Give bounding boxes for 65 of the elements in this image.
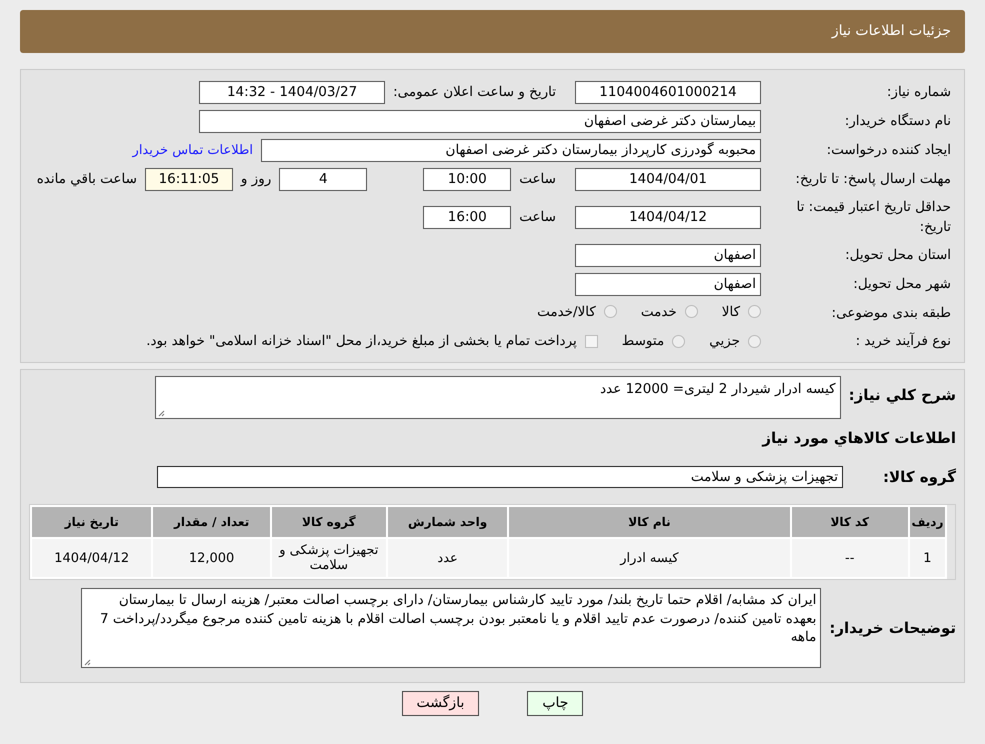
table-cell: 1404/04/12 <box>32 539 152 578</box>
radio-button[interactable] <box>748 305 761 318</box>
checkbox[interactable] <box>584 334 598 348</box>
text-field[interactable]: محبوبه گودرزی کارپرداز بیمارستان دکتر غرضی اصفهان <box>261 139 761 162</box>
radio-label: کالا/خدمت <box>537 302 596 322</box>
radio-label: خدمت <box>640 302 677 322</box>
table-cell: 12,000 <box>153 539 270 578</box>
text-field[interactable]: 4 <box>279 168 368 191</box>
radio-button[interactable] <box>604 305 617 318</box>
field-label: ساعت <box>519 170 556 190</box>
field-label: نوع فرآیند خرید : <box>856 332 951 349</box>
text-field[interactable]: 1404/03/27 - 14:32 <box>199 81 386 104</box>
contact-link[interactable]: اطلاعات تماس خریدار <box>132 140 253 160</box>
column-header: گروه کالا <box>272 507 386 538</box>
radio-label: متوسط <box>622 332 664 351</box>
radio-label: جزيي <box>709 332 740 351</box>
field-label: مهلت ارسال پاسخ: تا تاریخ: <box>794 170 951 190</box>
field-label: شهر محل تحویل: <box>853 276 951 292</box>
checkbox-label: پرداخت تمام یا بخشی از مبلغ خرید،از محل "اسناد خزانه اسلامی" خواهد بود. <box>146 332 577 351</box>
field-label: نام دستگاه خریدار: <box>844 113 951 130</box>
field-label: استان محل تحویل: <box>845 247 951 263</box>
radio-label: کالا <box>722 302 740 322</box>
text-field[interactable]: اصفهان <box>575 244 761 267</box>
table-cell: تجهیزات پزشکی و سلامت <box>272 539 386 578</box>
table-cell: کیسه ادرار <box>509 539 790 578</box>
column-header: ردیف <box>910 507 945 538</box>
field-label: روز و <box>240 170 272 190</box>
table-cell: -- <box>792 539 908 578</box>
text-field[interactable]: 10:00 <box>423 168 512 191</box>
text-field[interactable]: 16:00 <box>423 206 512 229</box>
field-label: ساعت <box>519 208 556 228</box>
resize-grip-icon[interactable] <box>158 410 165 418</box>
text-field[interactable]: 1404/04/12 <box>575 206 761 229</box>
resize-grip-icon[interactable] <box>84 659 92 666</box>
table-cell: 1 <box>910 539 945 578</box>
field-label: طبقه بندی موضوعی: <box>832 305 951 322</box>
radio-button[interactable] <box>684 305 698 318</box>
column-header: واحد شمارش <box>388 507 508 538</box>
table-cell: عدد <box>388 539 508 578</box>
countdown-field[interactable]: 16:11:05 <box>144 168 233 191</box>
field-label: توضیحات خریدار: <box>829 618 956 640</box>
description-textarea[interactable]: کیسه ادرار شیردار 2 لیتری= 12000 عدد <box>154 376 841 420</box>
column-header: تاریخ نیاز <box>32 507 152 538</box>
text-field[interactable]: 1104004601000214 <box>575 81 761 104</box>
text-field[interactable]: تجهیزات پزشکی و سلامت <box>157 466 844 488</box>
notes-textarea[interactable]: ایران کد مشابه/ اقلام حتما تاریخ بلند/ مورد تایید کارشناس بیمارستان/ دارای برچسب اصالت معتبر/ هزینه ارسال تا بیمارستان بعهده تامین کننده/ درصورت عدم تایید اقلام و یا نامعتبر بودن برچسب اصالت اقلام با هزینه تامین کننده مرجوع میگردد/پرداخت 7 ماهه <box>81 588 822 668</box>
field-label: گروه کالا: <box>883 466 956 488</box>
column-header: کد کالا <box>792 507 908 538</box>
field-label: ایجاد کننده درخواست: <box>826 142 951 158</box>
page-title: جزئیات اطلاعات نیاز <box>832 22 951 41</box>
back-button[interactable]: بازگشت <box>402 691 480 716</box>
text-field[interactable]: اصفهان <box>575 272 761 296</box>
text-field[interactable]: بیمارستان دکتر غرضی اصفهان <box>199 110 761 133</box>
print-button[interactable]: چاپ <box>527 691 584 716</box>
field-label: تاریخ و ساعت اعلان عمومی: <box>393 83 556 102</box>
section-title: اطلاعات کالاهاي مورد نیاز <box>760 428 956 450</box>
field-label: حداقل تاریخ اعتبار قیمت: تا تاریخ: <box>796 198 951 238</box>
column-header: نام کالا <box>509 507 790 538</box>
radio-button[interactable] <box>672 334 686 348</box>
field-label: شماره نیاز: <box>886 84 951 100</box>
field-label: ساعت باقي مانده <box>36 170 137 190</box>
radio-button[interactable] <box>748 334 761 348</box>
text-field[interactable]: 1404/04/01 <box>575 168 761 191</box>
field-label: شرح کلي نیاز: <box>848 385 956 406</box>
column-header: تعداد / مقدار <box>153 507 270 538</box>
